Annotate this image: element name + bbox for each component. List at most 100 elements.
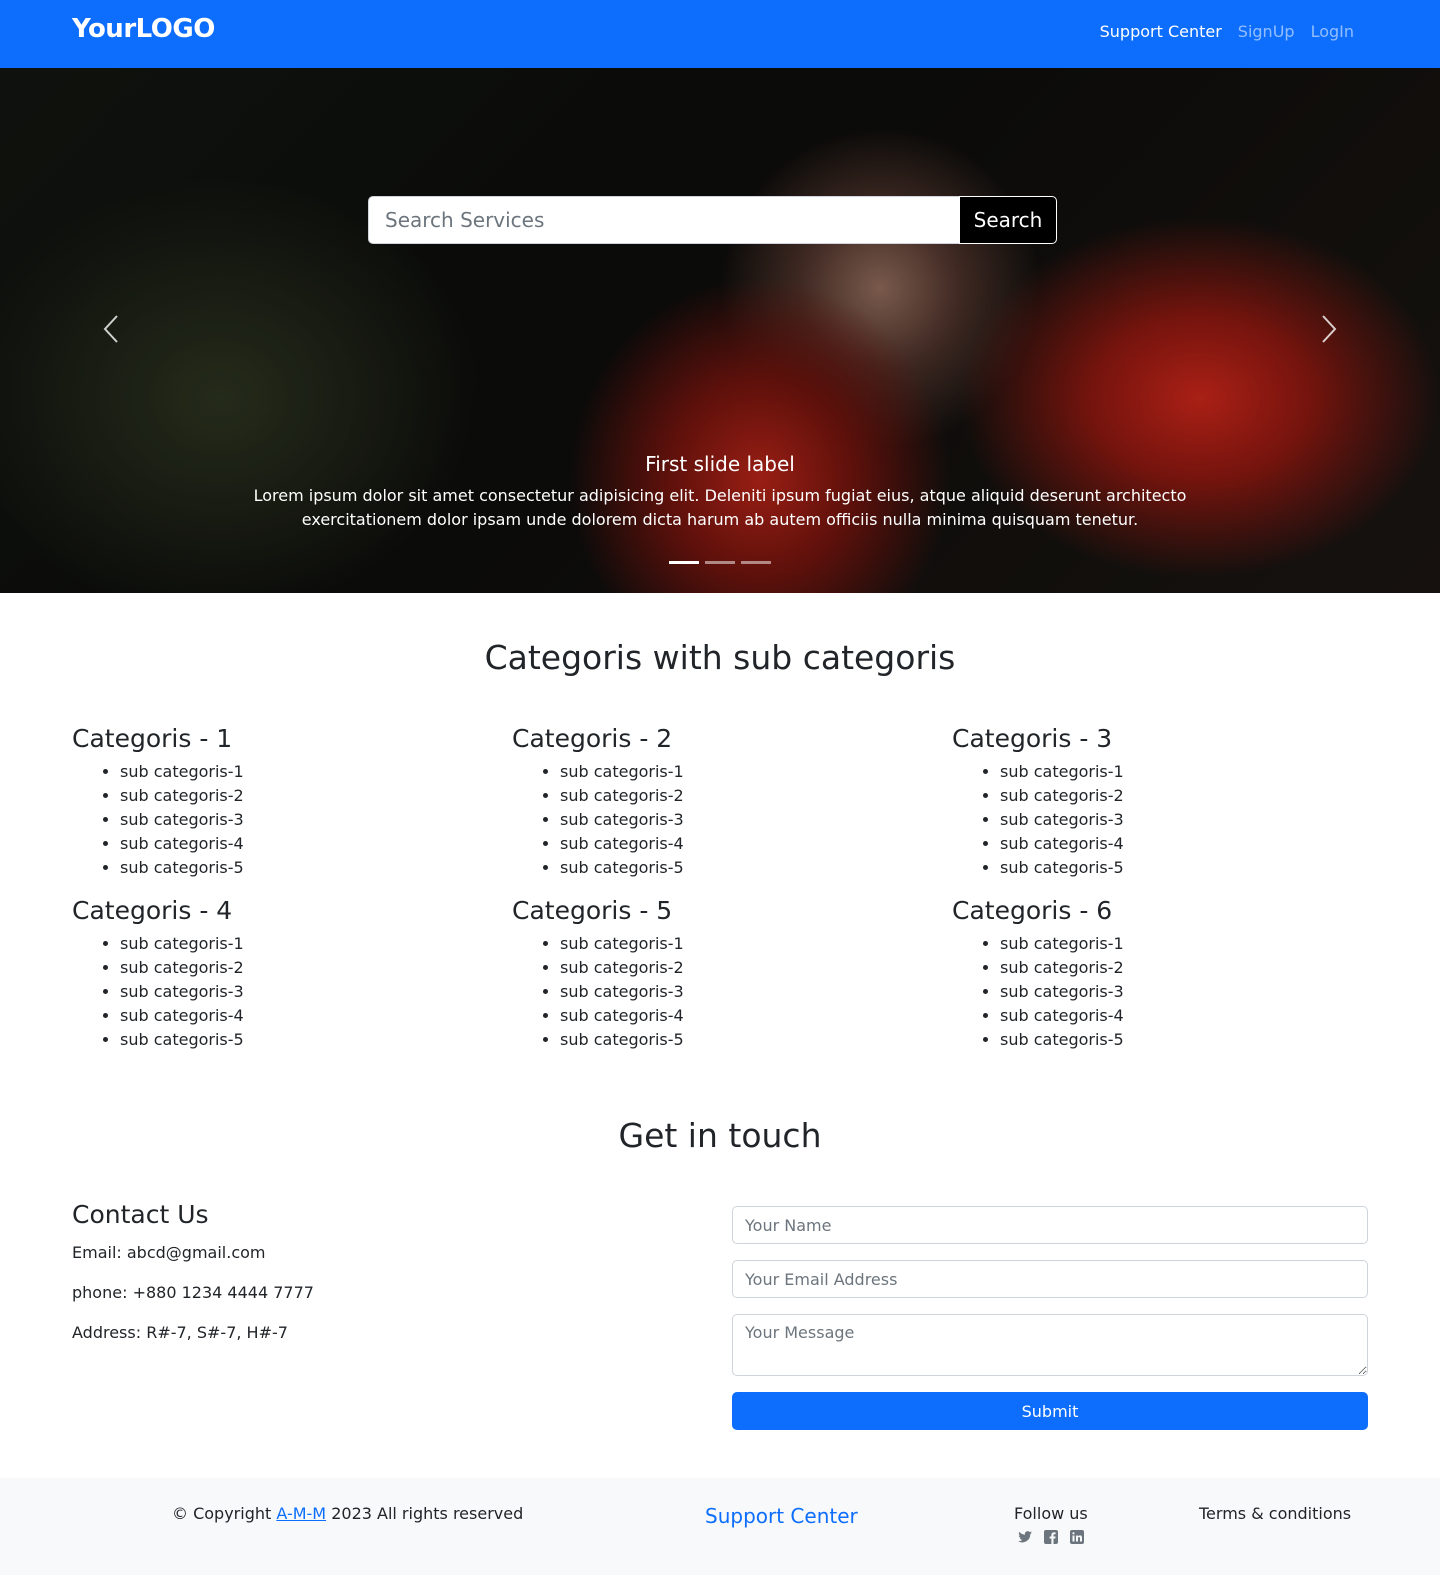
subcategory-list: sub categoris-1 sub categoris-2 sub cate… [512,760,952,880]
subcategory-item[interactable]: sub categoris-5 [1000,1028,1392,1052]
phone-label: phone: [72,1283,128,1302]
category-title: Categoris - 5 [512,896,673,925]
logo[interactable]: YourLOGO [72,14,215,44]
carousel-next-button[interactable] [1314,314,1344,344]
subcategory-item[interactable]: sub categoris-5 [1000,856,1392,880]
subcategory-item[interactable]: sub categoris-2 [1000,956,1392,980]
contact-heading: Contact Us [72,1200,209,1229]
email-value: abcd@gmail.com [126,1243,266,1262]
message-field[interactable] [732,1314,1368,1376]
subcategory-item[interactable]: sub categoris-2 [560,784,952,808]
subcategory-item[interactable]: sub categoris-2 [1000,784,1392,808]
carousel-indicator-2[interactable] [705,561,735,564]
copyright-link[interactable]: A-M-M [276,1504,326,1523]
subcategory-item[interactable]: sub categoris-4 [120,1004,512,1028]
subcategory-item[interactable]: sub categoris-4 [560,832,952,856]
twitter-icon[interactable] [1017,1529,1033,1545]
contact-phone: phone: +880 1234 4444 7777 [72,1281,314,1305]
copyright-prefix: © Copyright [172,1504,272,1523]
caption-text: Lorem ipsum dolor sit amet consectetur a… [253,486,1187,529]
nav-links: Support Center SignUp LogIn [1100,22,1354,41]
email-field[interactable] [732,1260,1368,1298]
subcategory-item[interactable]: sub categoris-5 [120,856,512,880]
subcategory-item[interactable]: sub categoris-2 [120,956,512,980]
copyright-suffix: 2023 All rights reserved [331,1504,524,1523]
get-in-touch-title: Get in touch [618,1116,822,1155]
social-icons [1014,1529,1088,1545]
carousel-indicator-1[interactable] [669,561,699,564]
chevron-left-icon [103,315,118,343]
subcategory-item[interactable]: sub categoris-3 [120,808,512,832]
carousel-prev-button[interactable] [96,314,126,344]
email-label: Email: [72,1243,122,1262]
category-title: Categoris - 1 [72,724,233,753]
name-field[interactable] [732,1206,1368,1244]
subcategory-item[interactable]: sub categoris-5 [560,1028,952,1052]
subcategory-list: sub categoris-1 sub categoris-2 sub cate… [72,760,512,880]
subcategory-item[interactable]: sub categoris-3 [1000,808,1392,832]
subcategory-list: sub categoris-1 sub categoris-2 sub cate… [952,760,1392,880]
contact-address: Address: R#-7, S#-7, H#-7 [72,1321,314,1345]
subcategory-list: sub categoris-1 sub categoris-2 sub cate… [512,932,952,1052]
copyright: © Copyright A-M-M 2023 All rights reserv… [172,1504,523,1523]
navbar: YourLOGO Support Center SignUp LogIn [0,0,1440,68]
subcategory-list: sub categoris-1 sub categoris-2 sub cate… [72,932,512,1052]
footer: © Copyright A-M-M 2023 All rights reserv… [0,1478,1440,1575]
caption-title: First slide label [645,452,795,476]
subcategory-item[interactable]: sub categoris-1 [1000,760,1392,784]
search-bar: Search [368,196,1057,244]
subcategory-item[interactable]: sub categoris-3 [560,980,952,1004]
subcategory-item[interactable]: sub categoris-4 [120,832,512,856]
nav-link-signup[interactable]: SignUp [1238,22,1295,41]
subcategory-item[interactable]: sub categoris-2 [120,784,512,808]
facebook-icon[interactable] [1043,1529,1059,1545]
subcategory-item[interactable]: sub categoris-5 [120,1028,512,1052]
category-block: Categoris - 1 sub categoris-1 sub catego… [72,724,512,880]
category-title: Categoris - 4 [72,896,233,925]
categories-grid: Categoris - 1 sub categoris-1 sub catego… [72,724,1392,1052]
submit-button[interactable]: Submit [732,1392,1368,1430]
follow-us: Follow us [1014,1504,1088,1545]
subcategory-item[interactable]: sub categoris-3 [1000,980,1392,1004]
subcategory-list: sub categoris-1 sub categoris-2 sub cate… [952,932,1392,1052]
subcategory-item[interactable]: sub categoris-2 [560,956,952,980]
carousel-indicator-3[interactable] [741,561,771,564]
category-block: Categoris - 2 sub categoris-1 sub catego… [512,724,952,880]
category-block: Categoris - 3 sub categoris-1 sub catego… [952,724,1392,880]
categories-title: Categoris with sub categoris [484,638,956,677]
subcategory-item[interactable]: sub categoris-5 [560,856,952,880]
category-block: Categoris - 4 sub categoris-1 sub catego… [72,896,512,1052]
subcategory-item[interactable]: sub categoris-1 [560,760,952,784]
subcategory-item[interactable]: sub categoris-3 [120,980,512,1004]
linkedin-icon[interactable] [1069,1529,1085,1545]
subcategory-item[interactable]: sub categoris-4 [1000,832,1392,856]
footer-support-center-link[interactable]: Support Center [705,1504,858,1528]
category-title: Categoris - 6 [952,896,1113,925]
subcategory-item[interactable]: sub categoris-1 [120,760,512,784]
carousel-caption: First slide label Lorem ipsum dolor sit … [200,452,1240,532]
contact-form: Submit [732,1206,1368,1430]
terms-link[interactable]: Terms & conditions [1199,1504,1351,1523]
subcategory-item[interactable]: sub categoris-3 [560,808,952,832]
search-button[interactable]: Search [959,196,1057,244]
chevron-right-icon [1322,315,1337,343]
subcategory-item[interactable]: sub categoris-1 [120,932,512,956]
nav-link-login[interactable]: LogIn [1311,22,1354,41]
category-title: Categoris - 2 [512,724,673,753]
address-value: R#-7, S#-7, H#-7 [146,1323,288,1342]
contact-info: Contact Us Email: abcd@gmail.com phone: … [72,1200,314,1361]
nav-link-support-center[interactable]: Support Center [1100,22,1222,41]
address-label: Address: [72,1323,142,1342]
hero-carousel: Search First slide label Lorem ipsum dol… [0,68,1440,593]
category-title: Categoris - 3 [952,724,1113,753]
subcategory-item[interactable]: sub categoris-1 [560,932,952,956]
subcategory-item[interactable]: sub categoris-4 [560,1004,952,1028]
subcategory-item[interactable]: sub categoris-1 [1000,932,1392,956]
category-block: Categoris - 6 sub categoris-1 sub catego… [952,896,1392,1052]
search-input[interactable] [368,196,959,244]
category-block: Categoris - 5 sub categoris-1 sub catego… [512,896,952,1052]
subcategory-item[interactable]: sub categoris-4 [1000,1004,1392,1028]
phone-value: +880 1234 4444 7777 [132,1283,314,1302]
contact-email: Email: abcd@gmail.com [72,1241,314,1265]
follow-us-label: Follow us [1014,1504,1088,1523]
